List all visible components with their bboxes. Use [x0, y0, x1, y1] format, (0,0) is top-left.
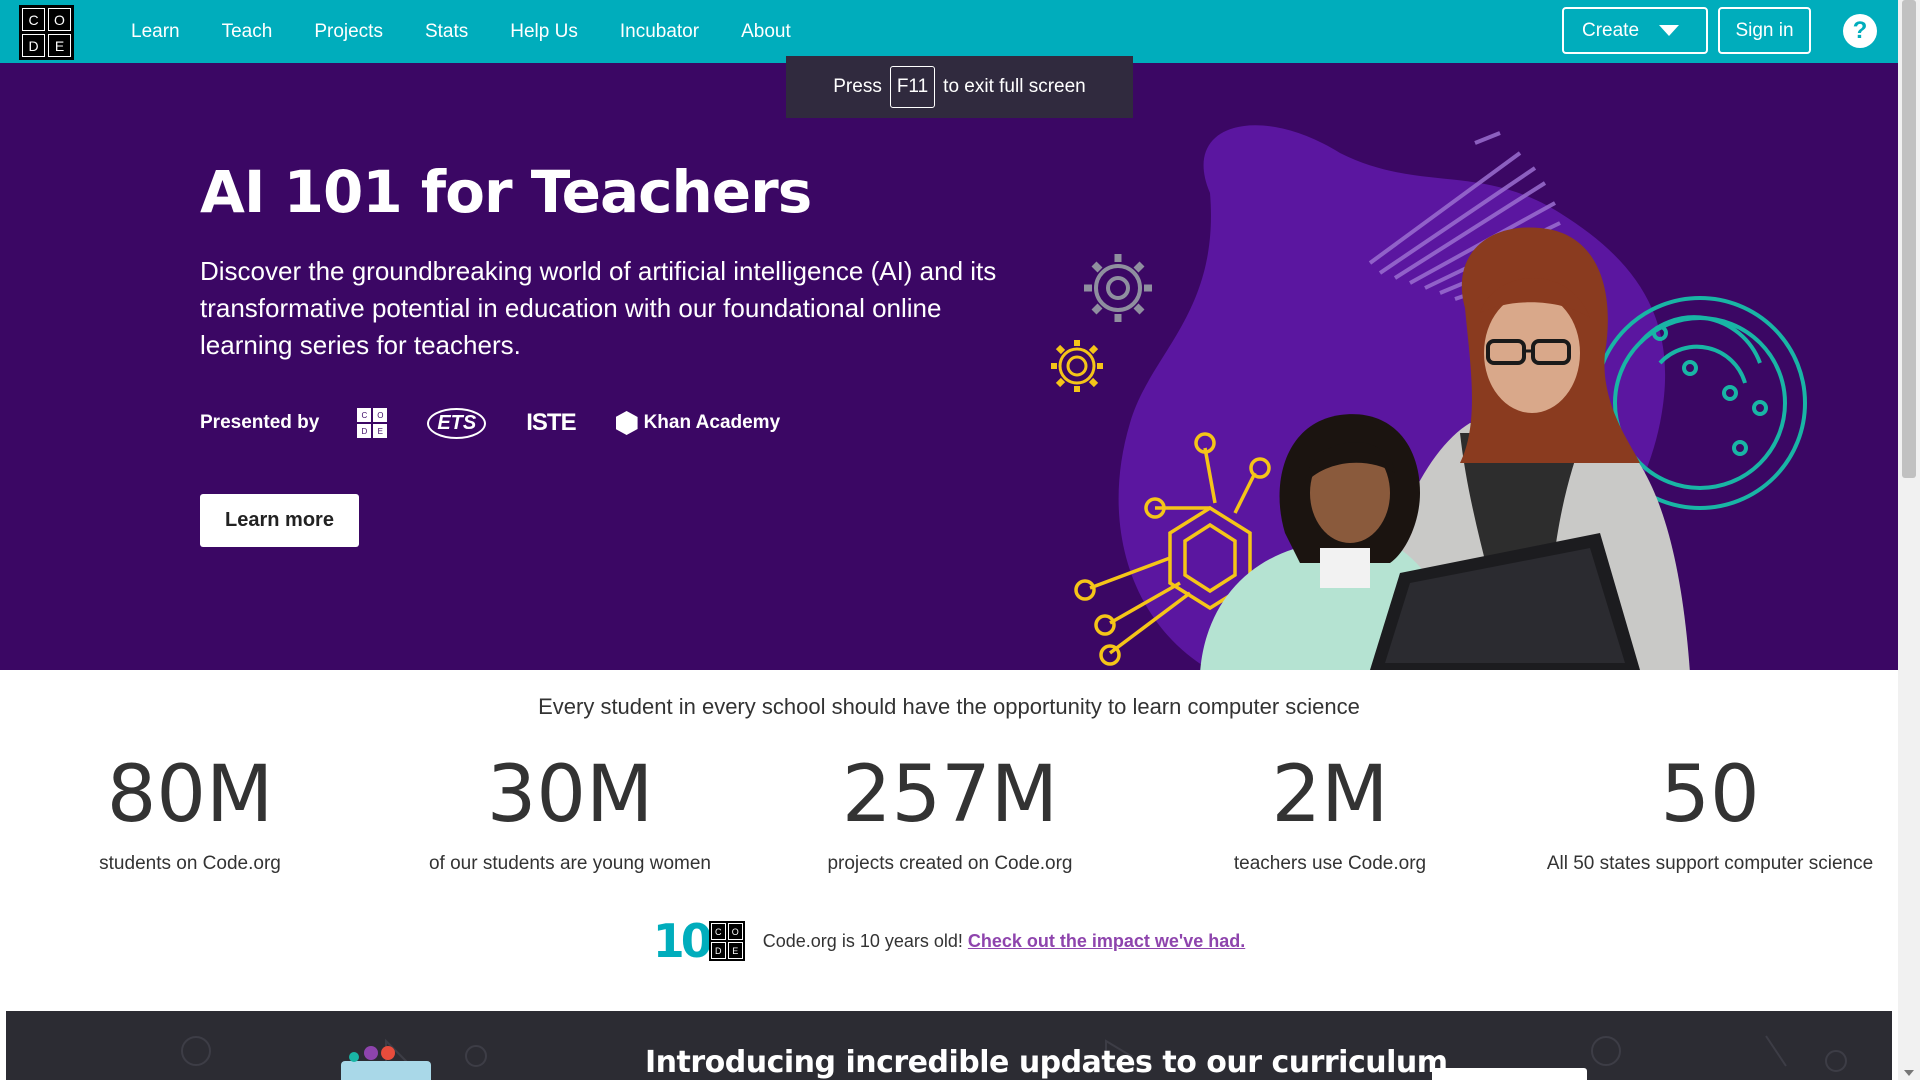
ten-year-number: 10 — [652, 914, 713, 968]
nav-link-teach[interactable]: Teach — [201, 21, 294, 43]
stat-students: 80M students on Code.org — [0, 745, 380, 875]
nav-link-stats[interactable]: Stats — [404, 21, 489, 43]
help-icon[interactable]: ? — [1843, 14, 1877, 48]
iste-logo-text: ISTE — [526, 409, 576, 436]
stat-value: 50 — [1660, 750, 1760, 840]
mission-tagline: Every student in every school should hav… — [538, 694, 1360, 719]
code-org-logo[interactable]: C O D E — [19, 5, 74, 60]
stat-label: students on Code.org — [99, 853, 281, 874]
khan-academy-text: Khan Academy — [643, 412, 781, 433]
ten-year-logo-letter: E — [727, 942, 743, 959]
partner-iste-logo: ISTE — [526, 409, 576, 437]
anniversary-text: Code.org is 10 years old! Check out the … — [763, 931, 1245, 952]
stat-projects: 257M projects created on Code.org — [760, 745, 1140, 875]
hero-title: AI 101 for Teachers — [200, 158, 812, 226]
f11-key: F11 — [889, 66, 936, 108]
ets-logo-text: ETS — [427, 407, 487, 439]
partner-logo-letter: C — [357, 408, 372, 422]
chevron-down-icon — [1659, 25, 1680, 36]
stat-label: of our students are young women — [428, 853, 711, 874]
impact-link[interactable]: Check out the impact we've had. — [968, 931, 1245, 951]
logo-letter: C — [22, 8, 45, 31]
partner-logo-letter: O — [373, 408, 388, 422]
partner-khan-academy-logo: Khan Academy — [615, 411, 781, 435]
logo-letter: O — [48, 8, 71, 31]
fullscreen-notice-before: Press — [833, 76, 882, 97]
create-label: Create — [1582, 19, 1640, 41]
partner-codeorg-logo: C O D E — [357, 408, 388, 438]
anniversary-message: Code.org is 10 years old! — [762, 930, 963, 951]
ten-year-logo-letter: C — [710, 923, 726, 940]
nav-link-incubator[interactable]: Incubator — [599, 21, 720, 43]
nav-actions: Create Sign in ? — [1558, 0, 1898, 63]
logo-letter: D — [22, 34, 45, 57]
presented-by-row: Presented by C O D E ETS ISTE Khan Acade… — [200, 403, 820, 443]
stat-label: All 50 states support computer science — [1546, 853, 1874, 874]
stat-value: 2M — [1271, 750, 1389, 840]
partner-logo-letter: D — [357, 424, 372, 438]
stat-young-women: 30M of our students are young women — [380, 745, 760, 875]
stat-label: projects created on Code.org — [827, 853, 1073, 874]
fullscreen-notice: Press F11 to exit full screen — [786, 56, 1133, 118]
sign-in-button[interactable]: Sign in — [1718, 7, 1811, 54]
create-button[interactable]: Create — [1562, 7, 1708, 54]
gear-icon — [1084, 254, 1152, 322]
ten-year-logo: 10 C O D E — [653, 914, 745, 968]
scroll-down-arrow-icon[interactable] — [1904, 1070, 1914, 1076]
ten-year-logo-letter: O — [727, 923, 743, 940]
banner-title: Introducing incredible updates to our cu… — [645, 1045, 1448, 1080]
banner-button[interactable] — [1432, 1068, 1587, 1080]
hero-illustration — [1051, 125, 1807, 670]
presented-by-label: Presented by — [200, 412, 320, 433]
scrollbar-thumb[interactable] — [1902, 0, 1916, 478]
fullscreen-notice-after: to exit full screen — [943, 76, 1086, 97]
nav-link-learn[interactable]: Learn — [110, 21, 201, 43]
partner-ets-logo: ETS — [427, 407, 487, 439]
logo-letter: E — [48, 34, 71, 57]
banner-illustration — [341, 1046, 431, 1080]
khan-academy-icon — [615, 411, 638, 435]
page-scrollbar[interactable] — [1898, 0, 1920, 1080]
gear-icon — [1051, 340, 1103, 392]
stat-label: teachers use Code.org — [1233, 853, 1427, 874]
top-nav: C O D E Learn Teach Projects Stats Help … — [0, 0, 1898, 63]
stat-value: 80M — [106, 750, 274, 840]
ten-year-logo-letter: D — [710, 942, 726, 959]
partner-logo-letter: E — [373, 424, 388, 438]
stat-value: 257M — [841, 750, 1059, 840]
nav-links: Learn Teach Projects Stats Help Us Incub… — [110, 0, 812, 63]
hero-description: Discover the groundbreaking world of art… — [200, 256, 997, 360]
hero-section: AI 101 for Teachers Discover the groundb… — [0, 63, 1898, 670]
stats-row: 80M students on Code.org 30M of our stud… — [0, 745, 1898, 875]
curriculum-banner: Introducing incredible updates to our cu… — [6, 1011, 1892, 1080]
anniversary-row: 10 C O D E Code.org is 10 years old! Che… — [0, 914, 1898, 968]
nav-link-projects[interactable]: Projects — [293, 21, 404, 43]
stat-value: 30M — [486, 750, 654, 840]
stat-states: 50 All 50 states support computer scienc… — [1520, 745, 1900, 875]
learn-more-button[interactable]: Learn more — [200, 494, 359, 547]
nav-link-help-us[interactable]: Help Us — [489, 21, 599, 43]
nav-link-about[interactable]: About — [720, 21, 812, 43]
stat-teachers: 2M teachers use Code.org — [1140, 745, 1520, 875]
